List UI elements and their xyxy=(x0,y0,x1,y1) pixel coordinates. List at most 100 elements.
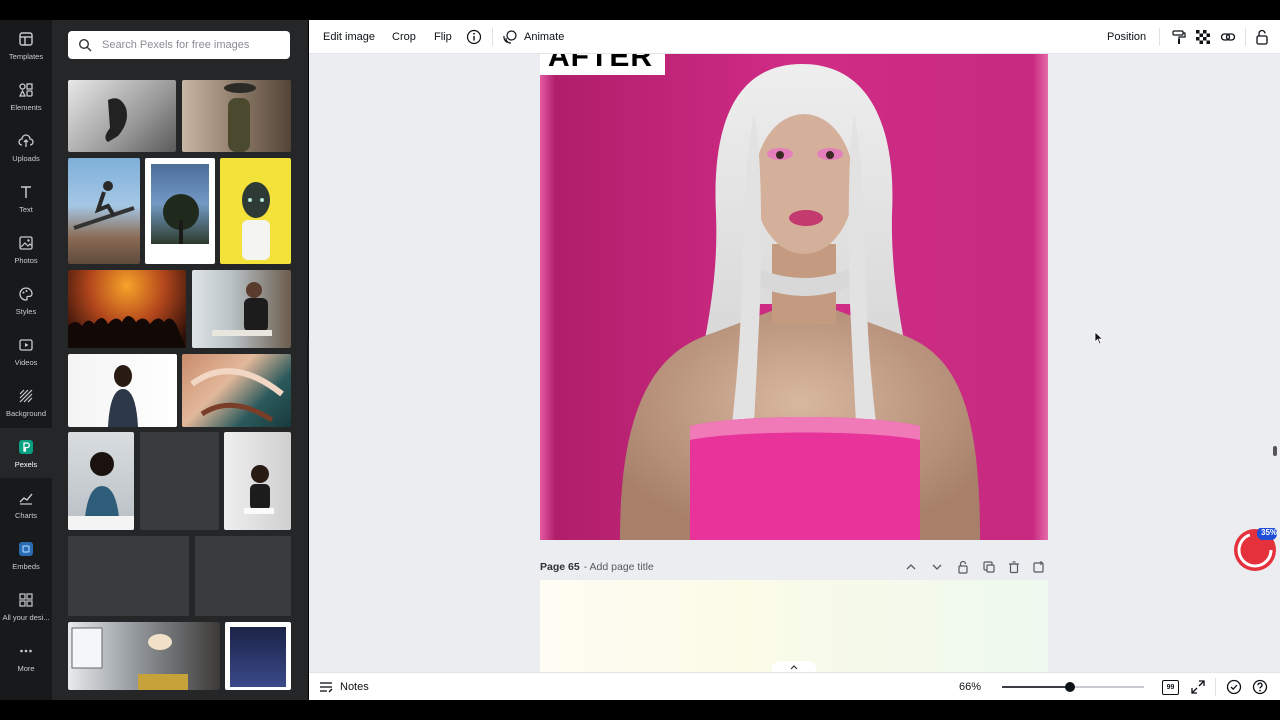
notes-icon xyxy=(320,682,333,693)
rail-item-embeds[interactable]: Embeds xyxy=(0,530,52,580)
search-input[interactable] xyxy=(100,38,284,52)
pexels-image-thumb[interactable] xyxy=(220,158,291,264)
embeds-icon xyxy=(17,540,35,558)
fullscreen-icon[interactable] xyxy=(1191,673,1205,701)
zoom-slider[interactable] xyxy=(1002,682,1144,692)
design-page-image[interactable] xyxy=(540,54,1048,540)
mouse-cursor-icon xyxy=(1094,331,1104,350)
rail-item-elements[interactable]: Elements xyxy=(0,71,52,121)
pexels-image-thumb[interactable] xyxy=(68,158,140,264)
pexels-image-placeholder[interactable] xyxy=(195,536,291,616)
rail-label: Text xyxy=(19,204,33,214)
rail-label: Pexels xyxy=(14,459,38,469)
pexels-image-thumb[interactable] xyxy=(182,80,291,152)
screen-top-bar xyxy=(0,0,1280,20)
rail-item-uploads[interactable]: Uploads xyxy=(0,122,52,172)
pexels-image-thumb[interactable] xyxy=(68,270,186,348)
rail-item-more[interactable]: More xyxy=(0,632,52,682)
next-page-canvas[interactable] xyxy=(540,580,1048,672)
styles-icon xyxy=(17,285,35,303)
position-button[interactable]: Position xyxy=(1107,20,1146,54)
paint-roller-icon[interactable] xyxy=(1170,28,1188,46)
add-page-icon[interactable] xyxy=(1032,560,1046,574)
pexels-image-thumb[interactable] xyxy=(68,622,220,690)
canvas-scrollbar[interactable] xyxy=(1273,446,1277,456)
lock-icon[interactable] xyxy=(1253,28,1271,46)
search-box[interactable] xyxy=(68,31,290,59)
after-text-box[interactable]: AFTER xyxy=(540,54,665,75)
editor-toolbar: Edit image Crop Flip Animate Position xyxy=(309,20,1280,54)
templates-icon xyxy=(17,30,35,48)
show-pages-handle[interactable] xyxy=(772,661,816,672)
pexels-image-thumb[interactable] xyxy=(68,432,134,530)
check-status-icon[interactable] xyxy=(1226,673,1242,701)
transparency-icon[interactable] xyxy=(1194,28,1212,46)
toolbar-divider xyxy=(1245,28,1246,46)
notes-button[interactable]: Notes xyxy=(319,673,369,701)
rail-item-templates[interactable]: Templates xyxy=(0,20,52,70)
rail-label: Templates xyxy=(8,51,44,61)
toolbar-divider xyxy=(492,28,493,46)
footer-divider xyxy=(1215,678,1216,696)
page-lock-icon[interactable] xyxy=(956,560,970,574)
rail-label: Uploads xyxy=(12,153,40,163)
rail-item-videos[interactable]: Videos xyxy=(0,326,52,376)
editor-canvas[interactable]: AFTER Page 65 - Add page title xyxy=(309,54,1280,672)
rail-label: Elements xyxy=(10,102,42,112)
text-icon xyxy=(17,183,35,201)
editor-footer: Notes 66% 99 xyxy=(309,672,1280,700)
delete-page-icon[interactable] xyxy=(1007,560,1021,574)
help-icon[interactable] xyxy=(1252,673,1268,701)
duplicate-page-icon[interactable] xyxy=(982,560,996,574)
badge-percent: 35% xyxy=(1261,528,1278,537)
elements-icon xyxy=(17,81,35,99)
rail-label: Embeds xyxy=(12,561,40,571)
link-icon[interactable] xyxy=(1219,28,1237,46)
rail-item-charts[interactable]: Charts xyxy=(0,479,52,529)
pexels-image-placeholder[interactable] xyxy=(140,432,219,530)
pexels-image-thumb[interactable] xyxy=(68,80,176,152)
pexels-image-thumb[interactable] xyxy=(145,158,215,264)
flip-button[interactable]: Flip xyxy=(434,20,452,54)
rail-item-text[interactable]: Text xyxy=(0,173,52,223)
rail-item-photos[interactable]: Photos xyxy=(0,224,52,274)
chevron-down-icon[interactable] xyxy=(930,560,944,574)
background-icon xyxy=(17,387,35,405)
rail-label: Styles xyxy=(15,306,37,316)
uploads-icon xyxy=(17,132,35,150)
chevron-up-icon[interactable] xyxy=(904,560,918,574)
rail-item-all-designs[interactable]: All your desi... xyxy=(0,581,52,631)
rail-item-styles[interactable]: Styles xyxy=(0,275,52,325)
all-designs-icon xyxy=(17,591,35,609)
pexels-image-thumb[interactable] xyxy=(182,354,291,427)
zoom-percent[interactable]: 66% xyxy=(959,673,981,701)
screen-bottom-bar xyxy=(0,700,1280,720)
pexels-icon xyxy=(17,438,35,456)
page-count-button[interactable]: 99 xyxy=(1162,673,1179,701)
toolbar-divider xyxy=(1159,28,1160,46)
edit-image-button[interactable]: Edit image xyxy=(323,20,375,54)
rail-item-background[interactable]: Background xyxy=(0,377,52,427)
assistant-badge[interactable]: 35% xyxy=(1233,527,1278,572)
pexels-image-thumb[interactable] xyxy=(225,622,291,690)
info-icon[interactable] xyxy=(465,28,483,46)
page-title-input[interactable]: - Add page title xyxy=(584,561,654,573)
pages-icon: 99 xyxy=(1162,679,1179,695)
videos-icon xyxy=(17,336,35,354)
more-icon xyxy=(17,642,35,660)
rail-label: More xyxy=(17,663,35,673)
crop-button[interactable]: Crop xyxy=(392,20,416,54)
pexels-image-thumb[interactable] xyxy=(68,354,177,427)
zoom-slider-knob[interactable] xyxy=(1065,682,1076,692)
pexels-image-placeholder[interactable] xyxy=(68,536,189,616)
zoom-slider-fill xyxy=(1002,686,1071,688)
rail-item-pexels[interactable]: Pexels xyxy=(0,428,52,478)
rail-label: Charts xyxy=(14,510,38,520)
pexels-image-thumb[interactable] xyxy=(192,270,291,348)
pexels-image-thumb[interactable] xyxy=(224,432,291,530)
rail-label: Photos xyxy=(14,255,38,265)
charts-icon xyxy=(17,489,35,507)
side-rail: Templates Elements Uploads Text Photos S… xyxy=(0,20,52,700)
animate-button[interactable]: Animate xyxy=(502,20,564,54)
pexels-panel xyxy=(52,20,308,700)
